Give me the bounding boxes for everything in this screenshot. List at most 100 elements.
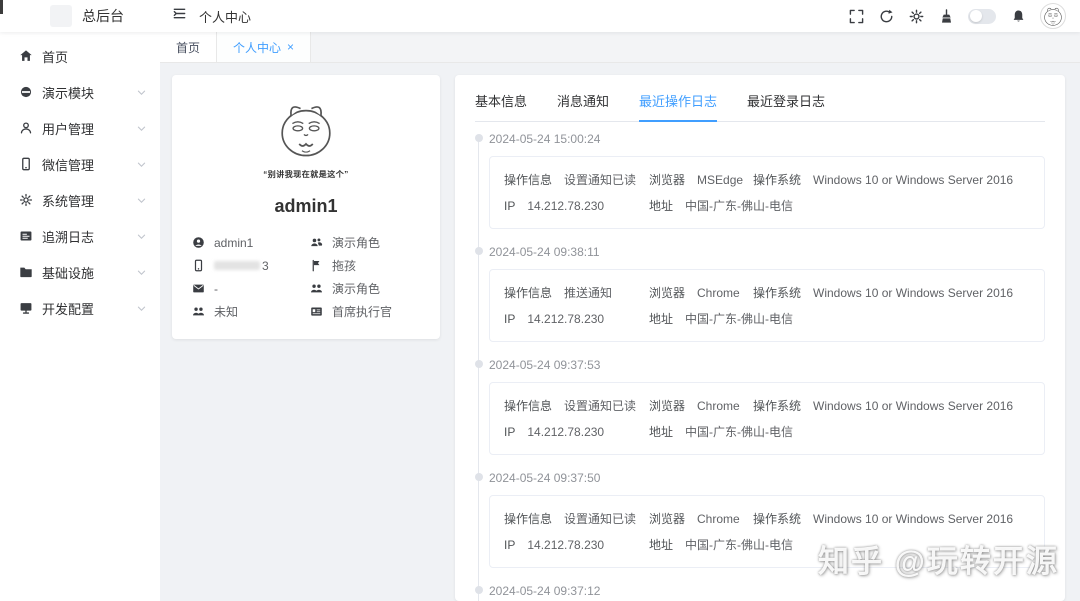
users-icon [192, 305, 205, 318]
detail-value: 拖孩 [332, 257, 356, 274]
addr-label: 地址 [649, 422, 673, 442]
user-avatar[interactable] [1040, 3, 1066, 29]
ip-value: 14.212.78.230 [527, 535, 604, 555]
panel-tabs: 基本信息 消息通知 最近操作日志 最近登录日志 [475, 91, 1045, 122]
log-icon [18, 229, 33, 244]
op-label: 操作信息 [504, 283, 552, 303]
user-icon [18, 121, 33, 136]
smartphone-icon [192, 259, 205, 272]
chevron-down-icon [136, 302, 148, 314]
browser-label: 浏览器 [649, 283, 685, 303]
os-value: Windows 10 or Windows Server 2016 [813, 396, 1013, 416]
os-label: 操作系统 [753, 509, 801, 529]
timeline-dot [475, 473, 483, 481]
theme-toggle[interactable] [968, 9, 996, 24]
tab-notifications[interactable]: 消息通知 [557, 91, 609, 121]
os-label: 操作系统 [753, 396, 801, 416]
timeline-dot [475, 586, 483, 594]
sidebar-item-label: 微信管理 [42, 155, 136, 174]
breadcrumb: 个人中心 [199, 7, 251, 26]
os-value: Windows 10 or Windows Server 2016 [813, 283, 1013, 303]
addr-value: 中国-广东-佛山-电信 [685, 535, 793, 555]
screen-edge-artifact [0, 0, 3, 14]
log-card: 操作信息设置通知已读 浏览器Chrome 操作系统Windows 10 or W… [489, 495, 1045, 568]
detail-email: - [192, 277, 310, 300]
chevron-down-icon [136, 266, 148, 278]
os-label: 操作系统 [753, 170, 801, 190]
admin-console: 总后台 个人中心 [0, 0, 1080, 601]
tab-recent-login-log[interactable]: 最近登录日志 [747, 91, 825, 121]
profile-tabs-panel: 基本信息 消息通知 最近操作日志 最近登录日志 2024-05-24 15:00… [455, 75, 1065, 601]
sidebar-item-label: 演示模块 [42, 83, 136, 102]
detail-account: admin1 [192, 231, 310, 254]
sidebar-collapse-button[interactable] [172, 6, 187, 26]
masked-phone-number [214, 261, 260, 270]
top-bar: 总后台 个人中心 [0, 0, 1080, 32]
gear-icon[interactable] [908, 8, 924, 24]
ip-label: IP [504, 196, 515, 216]
op-label: 操作信息 [504, 509, 552, 529]
hamburger-icon [172, 6, 187, 26]
avatar-caption: “别讲我现在就是这个” [192, 169, 420, 180]
browser-value: MSEdge [697, 170, 743, 190]
operation-log-timeline: 2024-05-24 15:00:24 操作信息设置通知已读 浏览器MSEdge… [475, 130, 1045, 601]
user-group-icon [310, 236, 323, 249]
fullscreen-icon[interactable] [848, 8, 864, 24]
sidebar-item-label: 追溯日志 [42, 227, 136, 246]
close-icon[interactable]: × [287, 40, 294, 54]
log-entry: 2024-05-24 09:37:50 操作信息设置通知已读 浏览器Chrome… [489, 469, 1045, 568]
tag-profile-active[interactable]: 个人中心 × [217, 32, 311, 62]
detail-value: 3 [262, 259, 269, 273]
tab-recent-operation-log[interactable]: 最近操作日志 [639, 91, 717, 121]
mail-icon [192, 282, 205, 295]
folder-icon [18, 265, 33, 280]
tag-label: 个人中心 [233, 39, 281, 56]
tab-basic-info[interactable]: 基本信息 [475, 91, 527, 121]
sidebar-item-user-management[interactable]: 用户管理 [0, 110, 160, 146]
op-value: 设置通知已读 [564, 396, 636, 416]
ip-value: 14.212.78.230 [527, 422, 604, 442]
id-card-icon [310, 305, 323, 318]
sidebar-item-wechat-management[interactable]: 微信管理 [0, 146, 160, 182]
detail-role-2: 演示角色 [310, 277, 420, 300]
profile-username: admin1 [192, 196, 420, 217]
log-timestamp: 2024-05-24 09:38:11 [489, 243, 1045, 261]
browser-label: 浏览器 [649, 170, 685, 190]
op-value: 设置通知已读 [564, 509, 636, 529]
sidebar-item-label: 开发配置 [42, 299, 136, 318]
sidebar-item-dev-config[interactable]: 开发配置 [0, 290, 160, 326]
tab-label: 基本信息 [475, 94, 527, 109]
profile-card: “别讲我现在就是这个” admin1 admin1 演示角色 [172, 75, 440, 339]
browser-value: Chrome [697, 509, 740, 529]
detail-value: 首席执行官 [332, 303, 392, 320]
addr-label: 地址 [649, 535, 673, 555]
sidebar-item-label: 用户管理 [42, 119, 136, 138]
bell-icon[interactable] [1010, 8, 1026, 24]
refresh-icon[interactable] [878, 8, 894, 24]
ip-value: 14.212.78.230 [527, 309, 604, 329]
toggle-knob [970, 10, 982, 22]
log-card: 操作信息推送通知 浏览器Chrome 操作系统Windows 10 or Win… [489, 269, 1045, 342]
detail-value: 演示角色 [332, 234, 380, 251]
log-card: 操作信息设置通知已读 浏览器MSEdge 操作系统Windows 10 or W… [489, 156, 1045, 229]
addr-label: 地址 [649, 309, 673, 329]
tag-home[interactable]: 首页 [160, 32, 217, 62]
addr-value: 中国-广东-佛山-电信 [685, 422, 793, 442]
log-entry: 2024-05-24 09:37:12 操作信息推送通知 浏览器Chrome 操… [489, 582, 1045, 601]
detail-phone: 3 [192, 254, 310, 277]
profile-avatar: “别讲我现在就是这个” [192, 95, 420, 180]
os-value: Windows 10 or Windows Server 2016 [813, 170, 1013, 190]
sidebar-item-home[interactable]: 首页 [0, 38, 160, 74]
sidebar-item-demo-module[interactable]: 演示模块 [0, 74, 160, 110]
log-entry: 2024-05-24 09:38:11 操作信息推送通知 浏览器Chrome 操… [489, 243, 1045, 342]
ip-label: IP [504, 422, 515, 442]
sidebar-item-infrastructure[interactable]: 基础设施 [0, 254, 160, 290]
ip-value: 14.212.78.230 [527, 196, 604, 216]
chevron-down-icon [136, 230, 148, 242]
detail-dept: 未知 [192, 300, 310, 323]
op-label: 操作信息 [504, 170, 552, 190]
sidebar-item-system-management[interactable]: 系统管理 [0, 182, 160, 218]
sidebar-item-trace-log[interactable]: 追溯日志 [0, 218, 160, 254]
broom-icon[interactable] [938, 8, 954, 24]
browser-label: 浏览器 [649, 509, 685, 529]
